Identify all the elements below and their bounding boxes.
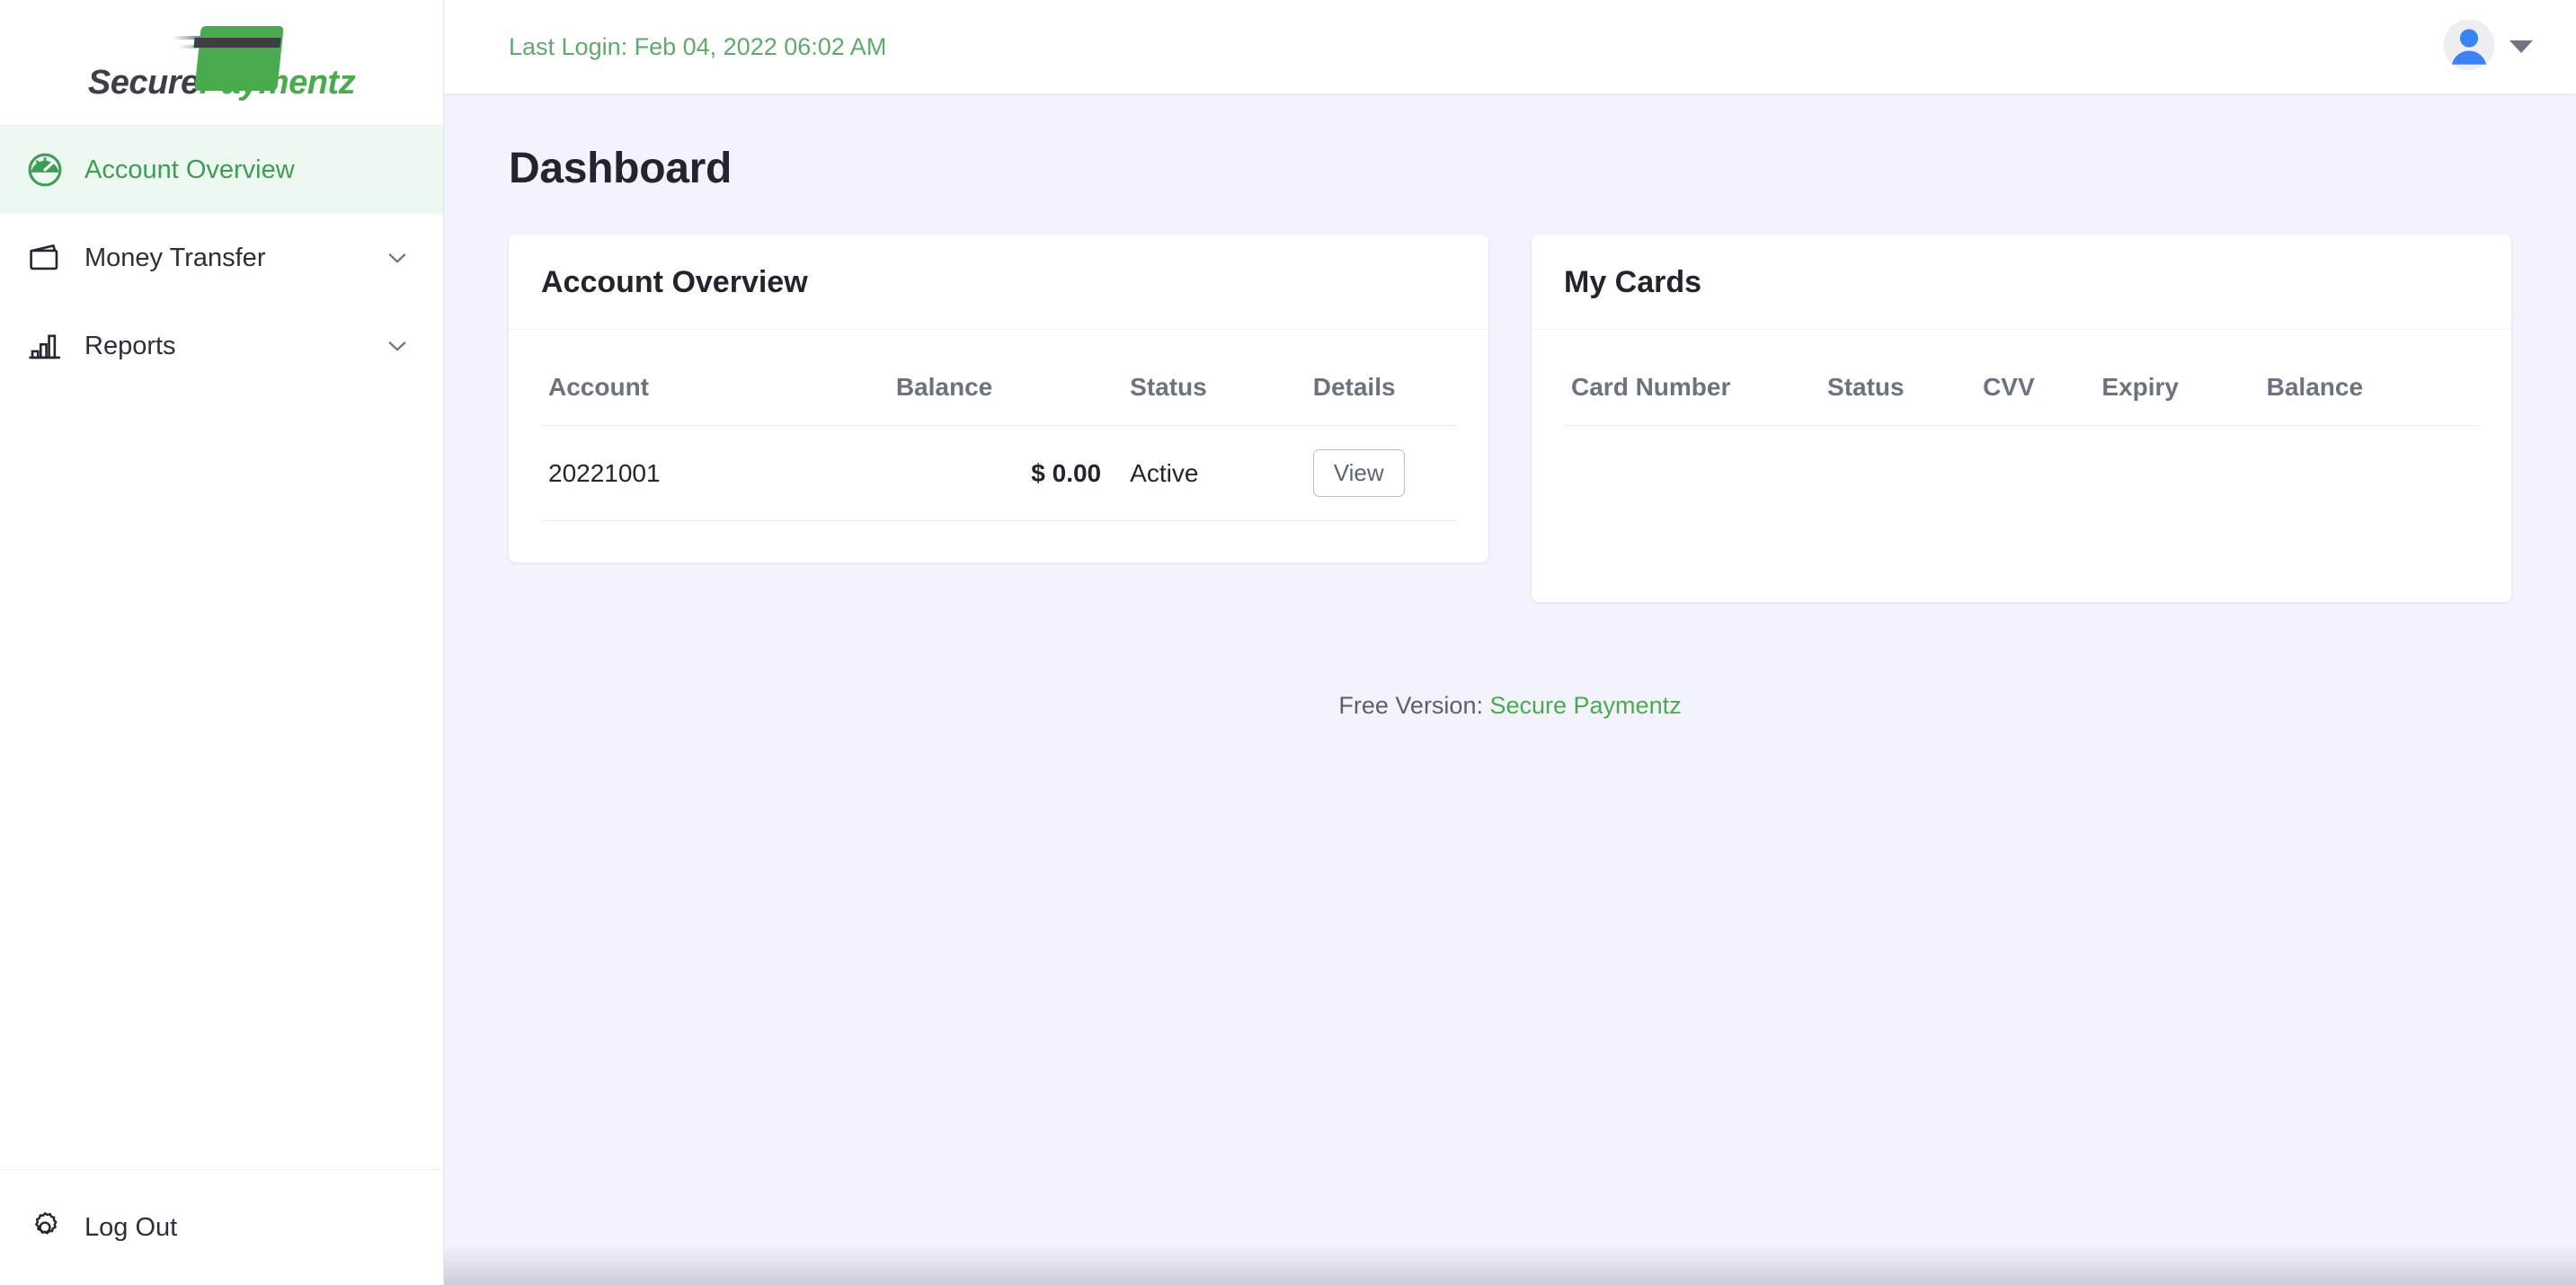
account-overview-card: Account Overview Account Balance Status …: [509, 235, 1488, 563]
chevron-down-icon[interactable]: [382, 245, 413, 270]
dashboard-cards-row: Account Overview Account Balance Status …: [509, 235, 2511, 602]
sidebar-item-reports[interactable]: Reports: [0, 302, 443, 390]
table-body: [1564, 426, 2479, 561]
main-area: Last Login: Feb 04, 2022 06:02 AM Dashbo…: [444, 0, 2576, 1285]
col-balance: Balance: [2259, 353, 2479, 426]
last-login-text: Last Login: Feb 04, 2022 06:02 AM: [509, 32, 887, 60]
gear-icon: [20, 1209, 70, 1246]
caret-down-icon[interactable]: [2509, 40, 2533, 53]
sidebar-nav: Account Overview Money Transfer Reports: [0, 126, 443, 1169]
cell-details: View: [1291, 425, 1456, 522]
speedometer-icon: [20, 150, 70, 190]
credit-card-logo-icon: [172, 25, 284, 91]
table-header-row: Account Balance Status Details: [541, 353, 1456, 426]
col-expiry: Expiry: [2094, 353, 2260, 426]
user-avatar-icon[interactable]: [2441, 17, 2497, 77]
table-body: 20221001 $ 0.00 Active View: [541, 425, 1456, 522]
footer-prefix: Free Version:: [1338, 691, 1483, 719]
chevron-down-icon[interactable]: [382, 333, 413, 359]
table-head: Card Number Status CVV Expiry Balance: [1564, 353, 2479, 426]
bar-chart-icon: [20, 327, 70, 365]
sidebar-logo[interactable]: SecurePaymentz: [0, 0, 443, 126]
view-button[interactable]: View: [1312, 449, 1405, 498]
page-content: Dashboard Account Overview Account Balan…: [444, 93, 2576, 1285]
card-body: Account Balance Status Details 20221001 …: [509, 330, 1488, 563]
cell-account: 20221001: [541, 425, 889, 522]
my-cards-table: Card Number Status CVV Expiry Balance: [1564, 353, 2479, 561]
sidebar-item-label: Reports: [84, 331, 176, 360]
col-account: Account: [541, 353, 889, 426]
table-row: 20221001 $ 0.00 Active View: [541, 425, 1456, 522]
card-title: My Cards: [1564, 265, 1702, 299]
wallet-icon: [20, 239, 70, 277]
footer-brand-link[interactable]: Secure Paymentz: [1489, 692, 1681, 719]
card-header: My Cards: [1532, 235, 2511, 330]
card-header: Account Overview: [509, 235, 1488, 330]
sidebar-item-label: Account Overview: [84, 155, 295, 184]
cell-status: Active: [1108, 425, 1292, 522]
sidebar-item-money-transfer[interactable]: Money Transfer: [0, 214, 443, 302]
brand-name-part1: Secure: [87, 63, 200, 102]
user-menu[interactable]: [2441, 17, 2538, 77]
page-title: Dashboard: [509, 145, 733, 192]
col-cvv: CVV: [1976, 353, 2095, 426]
card-title: Account Overview: [541, 265, 808, 299]
topbar: Last Login: Feb 04, 2022 06:02 AM: [444, 0, 2576, 93]
empty-cell: [1564, 426, 2479, 561]
col-balance: Balance: [888, 353, 1109, 426]
empty-row: [1564, 426, 2479, 561]
sidebar-footer: Log Out: [0, 1169, 443, 1285]
card-body: Card Number Status CVV Expiry Balance: [1532, 330, 2511, 602]
sidebar: SecurePaymentz Account Overview: [0, 0, 444, 1285]
table-header-row: Card Number Status CVV Expiry Balance: [1564, 353, 2479, 426]
sidebar-item-account-overview[interactable]: Account Overview: [0, 126, 443, 214]
my-cards-card: My Cards Card Number Status CVV Expiry B…: [1532, 235, 2511, 602]
col-status: Status: [1108, 353, 1292, 426]
app-root: SecurePaymentz Account Overview: [0, 0, 2576, 1285]
account-overview-table: Account Balance Status Details 20221001 …: [541, 353, 1456, 522]
footer-note: Free Version: Secure Paymentz: [509, 692, 2511, 720]
cell-balance: $ 0.00: [888, 425, 1109, 522]
col-card-number: Card Number: [1564, 353, 1821, 426]
col-status: Status: [1820, 353, 1976, 426]
table-head: Account Balance Status Details: [541, 353, 1456, 426]
col-details: Details: [1291, 353, 1456, 426]
logout-label: Log Out: [84, 1212, 178, 1242]
logout-button[interactable]: Log Out: [0, 1170, 443, 1285]
sidebar-item-label: Money Transfer: [84, 243, 266, 272]
